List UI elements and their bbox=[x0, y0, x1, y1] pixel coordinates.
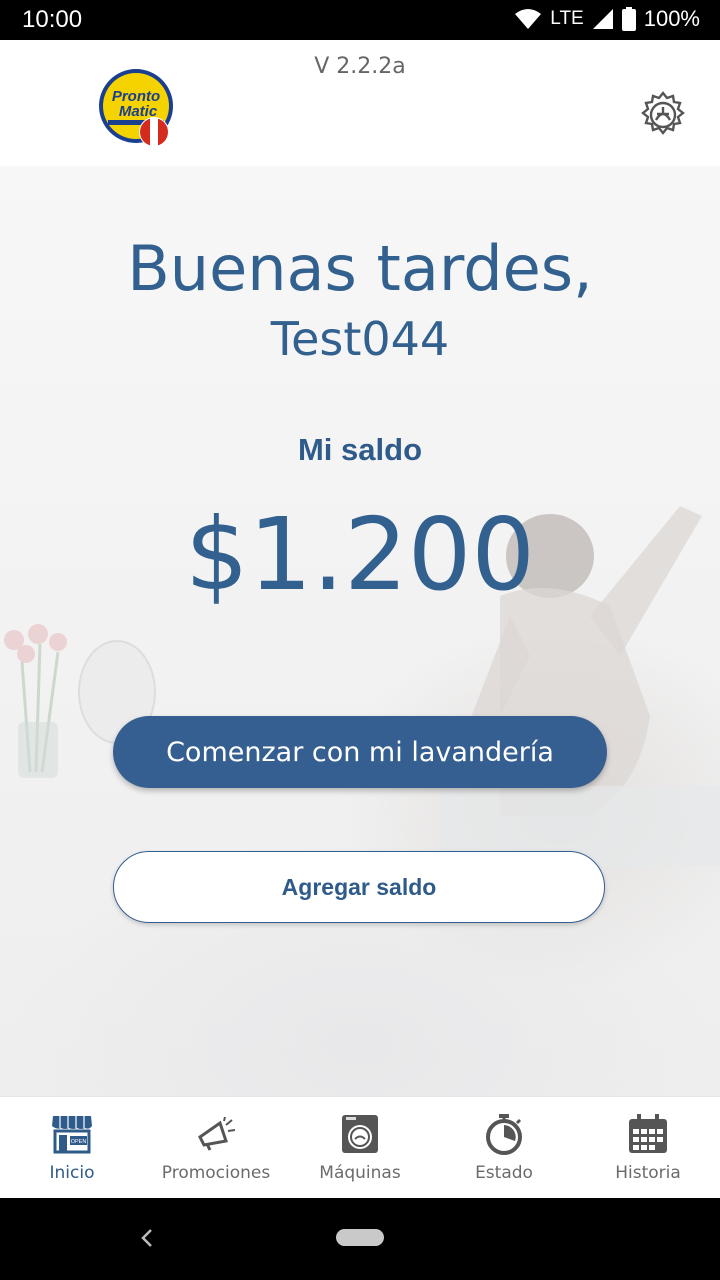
balance-amount: $1.200 bbox=[185, 496, 535, 613]
settings-gear-icon[interactable] bbox=[638, 90, 688, 140]
status-time: 10:00 bbox=[22, 6, 83, 33]
nav-label-inicio: Inicio bbox=[49, 1163, 95, 1183]
nav-label-historia: Historia bbox=[615, 1163, 681, 1183]
washing-machine-icon bbox=[338, 1113, 382, 1155]
wifi-icon bbox=[515, 9, 542, 29]
battery-percent: 100% bbox=[643, 6, 700, 31]
nav-label-maquinas: Máquinas bbox=[319, 1163, 401, 1183]
store-open-icon: OPEN bbox=[50, 1113, 94, 1155]
status-icons: LTE 100% bbox=[514, 6, 700, 32]
nav-item-promociones[interactable]: Promociones bbox=[144, 1097, 288, 1199]
start-laundry-button[interactable]: Comenzar con mi lavandería bbox=[113, 716, 607, 788]
status-bar: 10:00 LTE 100% bbox=[0, 0, 720, 40]
balance-label: Mi saldo bbox=[297, 432, 422, 467]
battery-icon bbox=[621, 7, 636, 31]
nav-item-estado[interactable]: Estado bbox=[432, 1097, 576, 1199]
nav-item-maquinas[interactable]: Máquinas bbox=[288, 1097, 432, 1199]
greeting-text: Buenas tardes, bbox=[127, 232, 593, 305]
nav-item-historia[interactable]: Historia bbox=[576, 1097, 720, 1199]
nav-label-estado: Estado bbox=[475, 1163, 533, 1183]
svg-text:OPEN: OPEN bbox=[71, 1139, 87, 1145]
home-pill-button[interactable] bbox=[336, 1229, 384, 1246]
timer-icon bbox=[482, 1113, 526, 1155]
home-content: Buenas tardes, Test044 Mi saldo $1.200 C… bbox=[0, 166, 720, 1096]
bottom-navigation: OPEN Inicio Promociones Máquinas Estado … bbox=[0, 1096, 720, 1199]
megaphone-icon bbox=[194, 1113, 238, 1155]
network-label: LTE bbox=[550, 8, 584, 29]
background-flowers-image bbox=[4, 624, 67, 778]
username-text: Test044 bbox=[270, 312, 450, 366]
prontomatic-logo: Pronto Matic bbox=[99, 69, 173, 147]
back-chevron-icon[interactable] bbox=[136, 1226, 160, 1250]
calendar-icon bbox=[626, 1113, 670, 1155]
app-header: V 2.2.2a Pronto Matic bbox=[0, 40, 720, 166]
add-balance-button[interactable]: Agregar saldo bbox=[113, 851, 605, 923]
system-navigation-bar bbox=[0, 1198, 720, 1280]
nav-label-promociones: Promociones bbox=[161, 1163, 271, 1183]
signal-icon bbox=[592, 9, 613, 29]
nav-item-inicio[interactable]: OPEN Inicio bbox=[0, 1097, 144, 1199]
